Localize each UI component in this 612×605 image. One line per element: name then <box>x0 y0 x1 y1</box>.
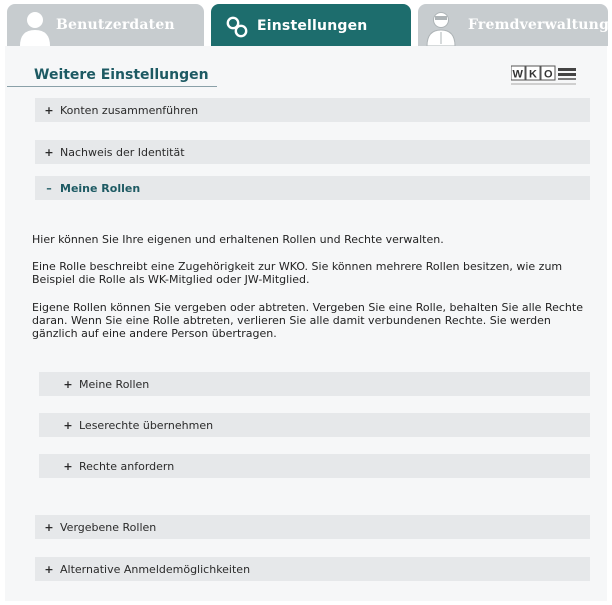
doctor-user-icon <box>426 12 456 46</box>
roles-description-text: Eine Rolle beschreibt eine Zugehörigkeit… <box>32 260 563 286</box>
roles-intro-text: Hier können Sie Ihre eigenen und erhalte… <box>32 233 444 246</box>
settings-panel: Weitere Einstellungen W K O + Konten zus… <box>5 46 607 601</box>
subsection-rechte-anfordern[interactable]: + Rechte anfordern <box>39 454 590 478</box>
section-label: Alternative Anmeldemöglichkeiten <box>60 562 251 576</box>
section-label: Konten zusammenführen <box>60 103 199 117</box>
expand-plus-icon: + <box>44 562 54 576</box>
svg-text:K: K <box>529 69 537 81</box>
expand-plus-icon: + <box>44 520 54 534</box>
collapse-minus-icon: – <box>46 181 52 195</box>
tab-benutzerdaten[interactable]: Benutzerdaten <box>7 4 204 46</box>
subsection-meine-rollen[interactable]: + Meine Rollen <box>39 372 590 396</box>
title-divider <box>7 86 217 87</box>
settings-link-icon <box>226 16 248 38</box>
tab-fremdverwaltung[interactable]: Fremdverwaltung <box>418 4 610 46</box>
tab-einstellungen[interactable]: Einstellungen <box>211 4 411 48</box>
tab-label: Einstellungen <box>257 18 368 34</box>
tab-label: Fremdverwaltung <box>468 17 610 33</box>
section-label: Vergebene Rollen <box>60 520 157 534</box>
expand-plus-icon: + <box>44 103 54 117</box>
user-icon <box>20 12 50 46</box>
tab-label: Benutzerdaten <box>56 17 175 33</box>
svg-text:O: O <box>544 69 553 81</box>
subsection-label: Meine Rollen <box>79 377 150 391</box>
section-vergebene-rollen[interactable]: + Vergebene Rollen <box>35 515 590 539</box>
svg-text:W: W <box>513 69 524 81</box>
subsection-leserechte-uebernehmen[interactable]: + Leserechte übernehmen <box>39 413 590 437</box>
wko-logo: W K O <box>511 65 576 85</box>
section-nachweis-identitaet[interactable]: + Nachweis der Identität <box>35 140 590 164</box>
section-konten-zusammenfuehren[interactable]: + Konten zusammenführen <box>35 98 590 122</box>
expand-plus-icon: + <box>63 459 73 473</box>
roles-assign-text: Eigene Rollen können Sie vergeben oder a… <box>32 301 583 340</box>
expand-plus-icon: + <box>63 377 73 391</box>
expand-plus-icon: + <box>44 145 54 159</box>
expand-plus-icon: + <box>63 418 73 432</box>
page-title: Weitere Einstellungen <box>34 67 209 83</box>
subsection-label: Leserechte übernehmen <box>79 418 214 432</box>
subsection-label: Rechte anfordern <box>79 459 175 473</box>
section-meine-rollen[interactable]: – Meine Rollen <box>35 176 590 200</box>
tab-bar: Benutzerdaten Einstellungen Fremdverwalt… <box>7 4 610 48</box>
section-label: Meine Rollen <box>60 181 141 195</box>
section-alternative-anmeldemoeglichkeiten[interactable]: + Alternative Anmeldemöglichkeiten <box>35 557 590 581</box>
section-label: Nachweis der Identität <box>60 145 185 159</box>
